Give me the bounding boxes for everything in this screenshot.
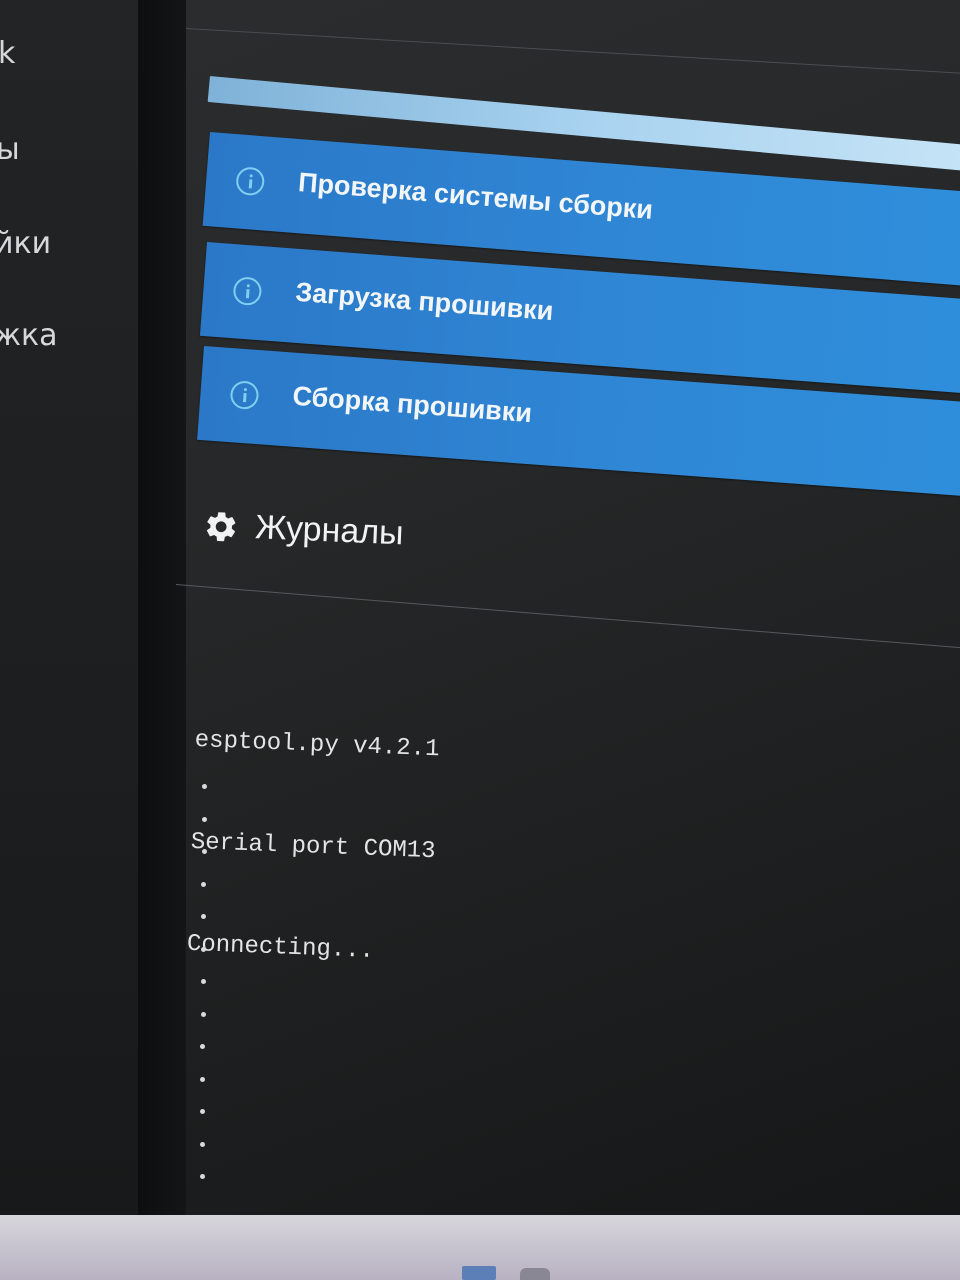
sidebar-item-3[interactable]: йки — [0, 226, 51, 261]
log-line: esptool.py v4.2.1 — [194, 726, 440, 764]
status-label: Проверка системы сборки — [297, 167, 655, 225]
info-icon — [229, 380, 260, 411]
log-dot — [200, 1076, 206, 1082]
log-dot — [201, 946, 206, 952]
sidebar-item-4[interactable]: жка — [0, 318, 58, 353]
sidebar-border — [138, 0, 186, 1215]
log-line: Serial port COM13 — [190, 828, 437, 866]
status-label: Загрузка прошивки — [294, 276, 555, 327]
sidebar: k ы йки жка — [0, 0, 140, 1215]
log-dot — [199, 1174, 205, 1179]
log-dot — [201, 849, 207, 854]
log-dot — [199, 1141, 205, 1147]
logs-title: Журналы — [254, 508, 405, 553]
sidebar-item-1[interactable]: k — [0, 36, 15, 71]
log-dot — [200, 1011, 206, 1017]
logs-header: Журналы — [202, 506, 404, 553]
log-output[interactable]: esptool.py v4.2.1 Serial port COM13 Conn… — [184, 656, 443, 1039]
windows-start-icon — [462, 1266, 496, 1280]
log-dot — [200, 1109, 205, 1114]
log-dot — [201, 881, 207, 887]
screen: k ы йки жка Проверка системы сборки Загр… — [0, 0, 960, 1280]
search-icon — [520, 1268, 550, 1280]
status-label: Сборка прошивки — [291, 380, 534, 429]
log-dot — [201, 816, 207, 822]
info-icon — [235, 166, 266, 197]
gear-icon — [206, 511, 236, 541]
sidebar-item-2[interactable]: ы — [0, 132, 20, 167]
log-line: Connecting... — [186, 930, 375, 965]
log-dot — [202, 784, 207, 789]
log-dot — [200, 979, 206, 984]
info-icon — [232, 276, 263, 307]
